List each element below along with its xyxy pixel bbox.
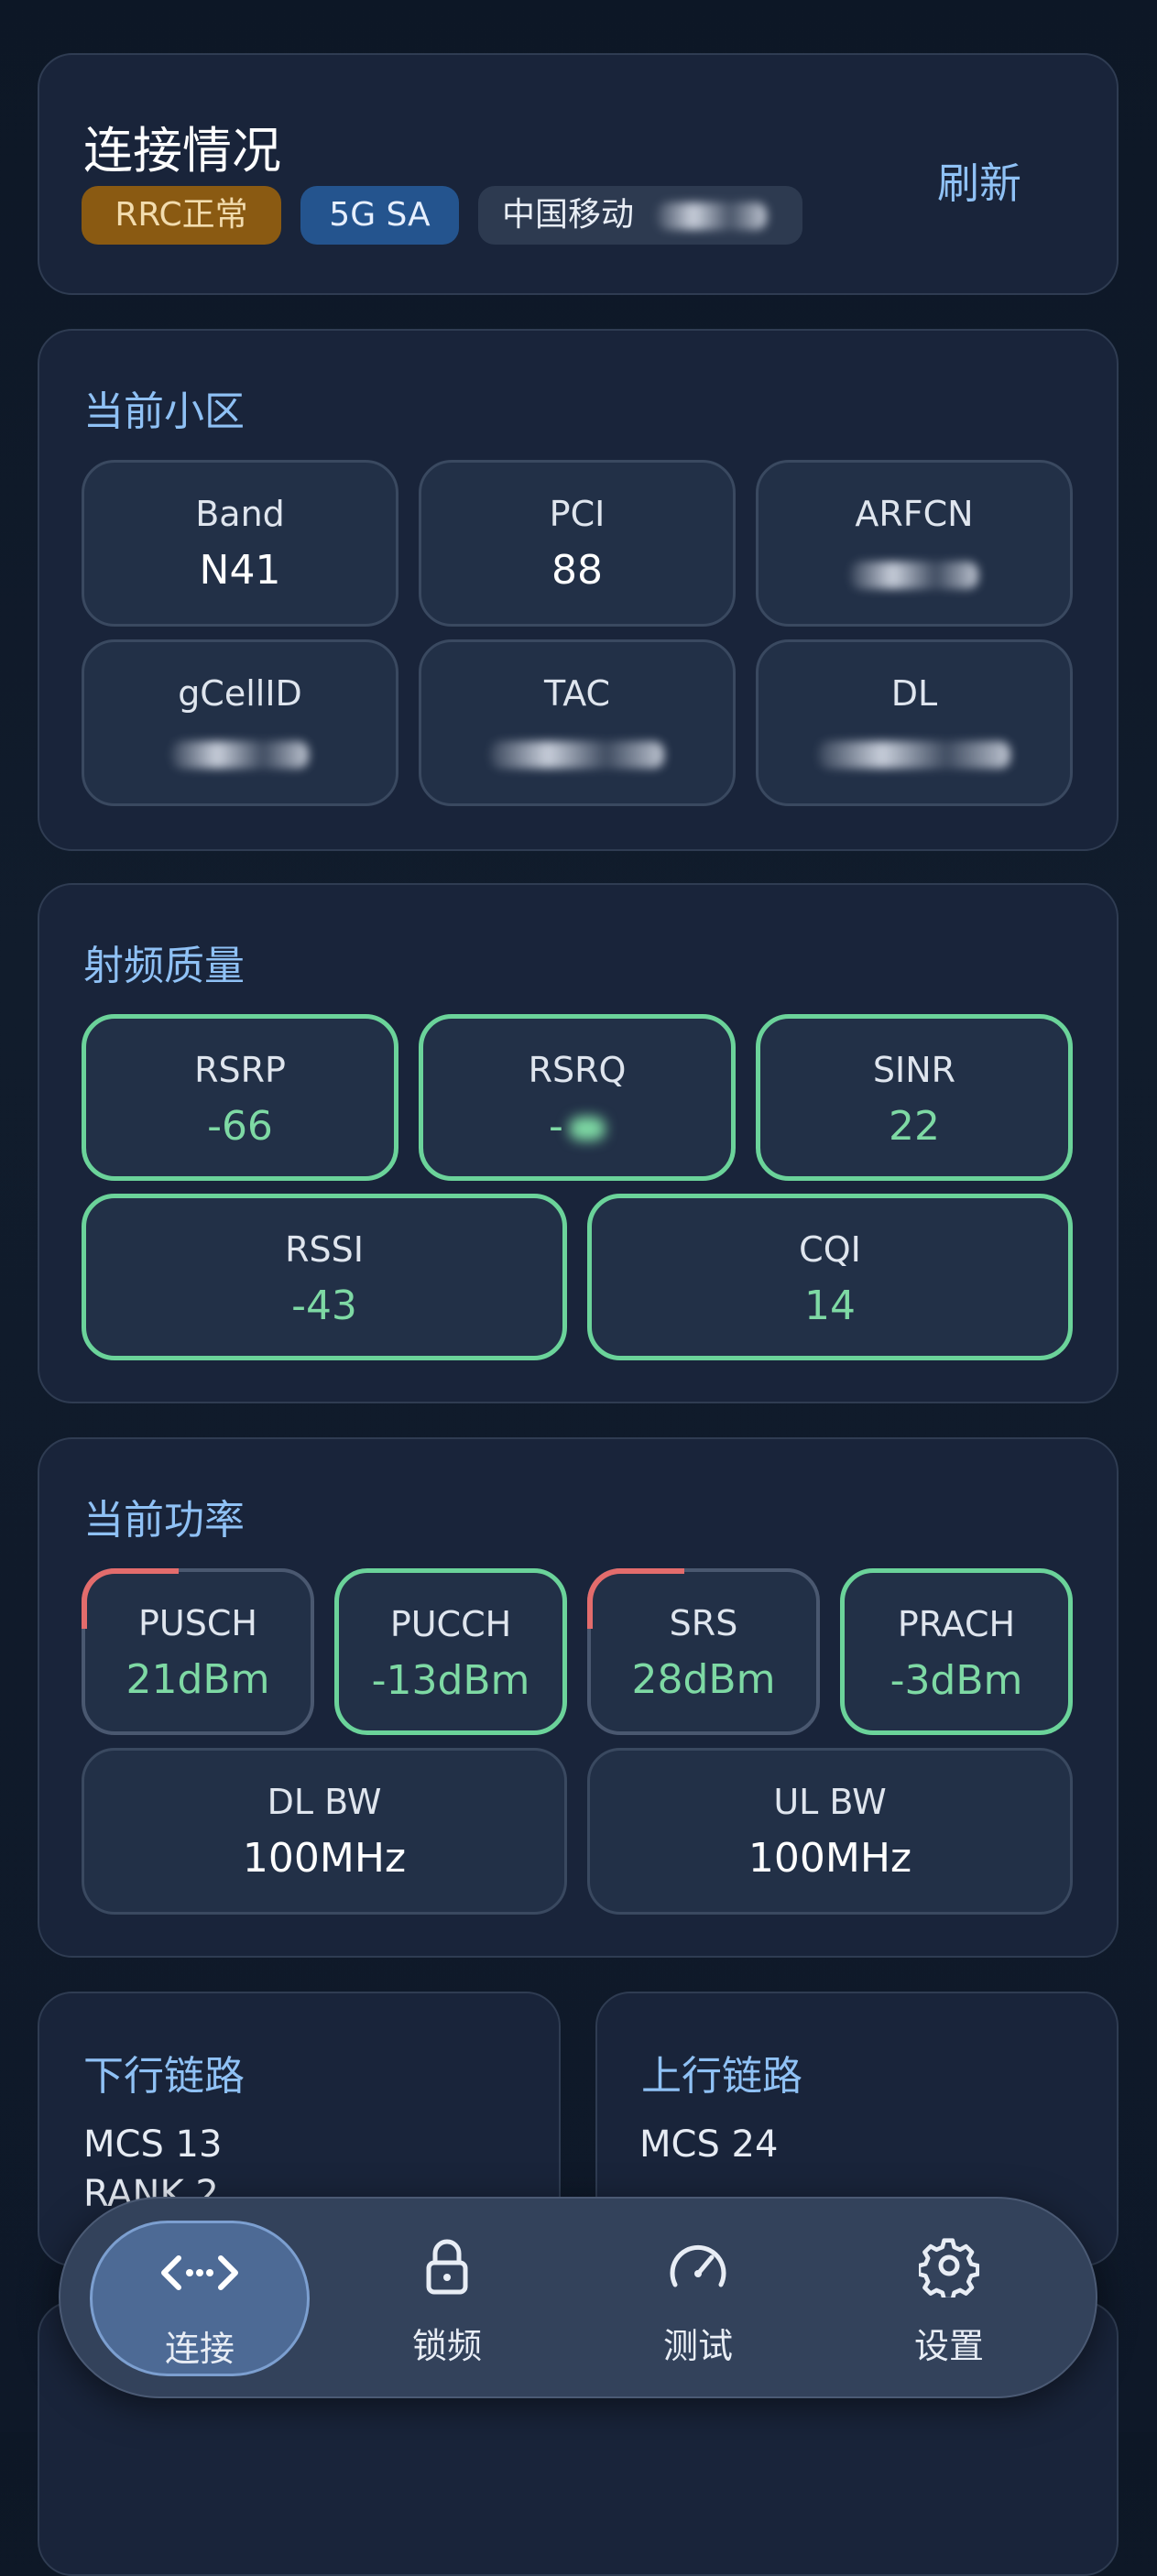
gear-icon xyxy=(839,2237,1059,2302)
tile-label: CQI xyxy=(799,1229,861,1270)
lock-icon xyxy=(337,2237,557,2301)
nav-label: 设置 xyxy=(913,2326,984,2366)
tile-label: PUCCH xyxy=(389,1604,512,1644)
tac-tile: TAC xyxy=(419,639,736,806)
tile-value: 14 xyxy=(804,1283,856,1329)
connection-icon xyxy=(93,2240,307,2304)
redacted-value xyxy=(421,726,733,779)
rsrq-sign: - xyxy=(549,1103,563,1150)
tile-label: RSRQ xyxy=(528,1050,627,1090)
connection-title: 连接情况 xyxy=(83,122,281,180)
gcellid-tile: gCellID xyxy=(82,639,398,806)
tile-value: -66 xyxy=(207,1103,273,1150)
nav-item-settings[interactable]: 设置 xyxy=(839,2221,1059,2376)
tile-value: -13dBm xyxy=(371,1657,530,1704)
ul-bandwidth-tile: UL BW 100MHz xyxy=(587,1748,1073,1915)
downlink-mcs: MCS 13 xyxy=(83,2123,223,2166)
tile-label: TAC xyxy=(543,673,611,714)
rrc-status-badge: RRC正常 xyxy=(82,186,281,245)
tile-value: -43 xyxy=(291,1283,357,1329)
tile-label: UL BW xyxy=(773,1782,887,1822)
arfcn-tile: ARFCN xyxy=(756,460,1073,627)
tile-value: 21dBm xyxy=(126,1656,270,1703)
pucch-tile: PUCCH -13dBm xyxy=(334,1568,567,1735)
tile-value: -3dBm xyxy=(890,1657,1023,1704)
refresh-button[interactable]: 刷新 xyxy=(937,150,1021,211)
redacted-carrier-detail xyxy=(657,202,768,230)
tile-label: SRS xyxy=(669,1603,738,1643)
redacted-rsrq-digits xyxy=(568,1117,606,1141)
nav-label: 测试 xyxy=(662,2326,733,2366)
rssi-tile: RSSI -43 xyxy=(82,1194,567,1360)
downlink-title: 下行链路 xyxy=(83,2053,245,2100)
tile-label: DL xyxy=(890,673,938,714)
tile-value: 22 xyxy=(889,1103,940,1150)
redacted-value xyxy=(759,547,1070,599)
band-tile: Band N41 xyxy=(82,460,398,627)
carrier-badge: 中国移动 xyxy=(478,186,802,245)
pci-tile: PCI 88 xyxy=(419,460,736,627)
tile-label: SINR xyxy=(872,1050,956,1090)
redacted-value xyxy=(84,726,396,779)
tile-value: 100MHz xyxy=(748,1835,912,1882)
nav-item-lock-frequency[interactable]: 锁频 xyxy=(337,2221,557,2376)
nav-item-connection[interactable]: 连接 xyxy=(90,2221,310,2376)
current-cell-title: 当前小区 xyxy=(83,388,245,435)
tile-label: PRACH xyxy=(897,1604,1016,1644)
rf-quality-title: 射频质量 xyxy=(83,943,245,989)
tile-value: N41 xyxy=(199,547,281,594)
uplink-mcs: MCS 24 xyxy=(639,2123,779,2166)
tile-label: ARFCN xyxy=(855,494,974,534)
redacted-value xyxy=(759,726,1070,779)
network-mode-badge: 5G SA xyxy=(300,186,459,245)
bottom-nav: 连接 锁频 测试 设置 xyxy=(59,2197,1097,2398)
power-title: 当前功率 xyxy=(83,1497,245,1544)
tile-label: PCI xyxy=(549,494,606,534)
pusch-tile: PUSCH 21dBm xyxy=(82,1568,314,1735)
speedometer-icon xyxy=(588,2237,808,2301)
rsrp-tile: RSRP -66 xyxy=(82,1014,398,1181)
srs-tile: SRS 28dBm xyxy=(587,1568,820,1735)
rsrq-tile: RSRQ - xyxy=(419,1014,736,1181)
tile-label: PUSCH xyxy=(138,1603,257,1643)
carrier-name: 中国移动 xyxy=(502,196,635,234)
tile-value: 88 xyxy=(551,547,603,594)
nav-item-test[interactable]: 测试 xyxy=(588,2221,808,2376)
connection-card: 连接情况 刷新 xyxy=(38,53,1119,295)
nav-label: 连接 xyxy=(164,2329,235,2369)
tile-label: Band xyxy=(195,494,285,534)
nav-label: 锁频 xyxy=(411,2326,482,2366)
sinr-tile: SINR 22 xyxy=(756,1014,1073,1181)
tile-value: 28dBm xyxy=(631,1656,776,1703)
uplink-title: 上行链路 xyxy=(641,2053,802,2100)
prach-tile: PRACH -3dBm xyxy=(840,1568,1073,1735)
dl-frequency-tile: DL xyxy=(756,639,1073,806)
tile-label: RSRP xyxy=(194,1050,286,1090)
tile-label: DL BW xyxy=(267,1782,382,1822)
cqi-tile: CQI 14 xyxy=(587,1194,1073,1360)
tile-label: gCellID xyxy=(178,673,302,714)
tile-value: 100MHz xyxy=(242,1835,407,1882)
tile-value: - xyxy=(423,1103,731,1150)
tile-label: RSSI xyxy=(285,1229,364,1270)
dl-bandwidth-tile: DL BW 100MHz xyxy=(82,1748,567,1915)
